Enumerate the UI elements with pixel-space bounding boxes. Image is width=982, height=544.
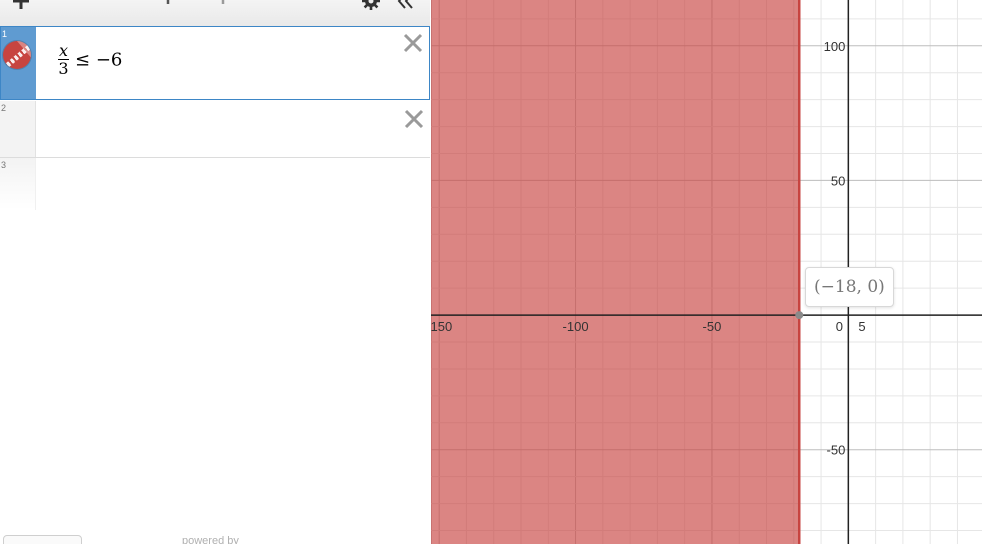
gear-icon[interactable] — [362, 0, 380, 10]
solution-region — [431, 0, 800, 544]
x-tick-label: -100 — [563, 319, 589, 334]
x-tick-label: 5 — [858, 319, 865, 334]
expression-row-2[interactable]: 2 — [0, 101, 430, 158]
fraction: x 3 — [58, 41, 70, 78]
expression-row-3[interactable]: 3 — [0, 158, 430, 210]
fraction-numerator: x — [58, 41, 70, 60]
expression-tab-1: 1 — [1, 27, 36, 99]
y-tick-label: 100 — [824, 39, 846, 54]
plus-icon[interactable] — [11, 0, 31, 11]
expression-toolbar — [0, 0, 430, 27]
x-tick-label: 0 — [836, 319, 843, 334]
boundary-point — [795, 311, 804, 320]
inequality-rhs: ≤ −6 — [75, 49, 123, 71]
delete-expression-icon[interactable] — [404, 109, 424, 129]
expression-number: 2 — [1, 103, 7, 113]
expression-number: 3 — [1, 160, 7, 170]
redo-icon[interactable] — [209, 0, 225, 6]
expression-tab-3: 3 — [0, 158, 36, 210]
undo-icon[interactable] — [166, 0, 182, 6]
powered-by-text: powered by — [182, 535, 239, 544]
graph-paper[interactable]: -150 -100 -50 05 100 50 -50 — [431, 0, 982, 544]
expression-math[interactable]: x 3 ≤ −6 — [58, 43, 122, 77]
expression-row-1[interactable]: 1 x 3 ≤ −6 — [0, 26, 430, 100]
panel-footer-tab[interactable] — [3, 535, 82, 544]
delete-expression-icon[interactable] — [403, 33, 423, 53]
graph-color-toggle-icon[interactable] — [3, 41, 31, 69]
fraction-denominator: 3 — [58, 59, 69, 78]
collapse-panel-icon[interactable] — [397, 0, 415, 10]
y-tick-label: -50 — [827, 443, 846, 458]
expression-tab-2: 2 — [0, 101, 36, 157]
point-coordinate-label[interactable]: (−18, 0) — [805, 267, 894, 307]
x-tick-label: -150 — [431, 319, 452, 334]
expression-number: 1 — [2, 29, 8, 39]
expression-panel: 1 x 3 ≤ −6 2 3 powered by — [0, 0, 432, 544]
y-tick-label: 50 — [831, 173, 845, 188]
x-tick-label: -50 — [703, 319, 722, 334]
graph-canvas[interactable]: -150 -100 -50 05 100 50 -50 — [431, 0, 982, 544]
